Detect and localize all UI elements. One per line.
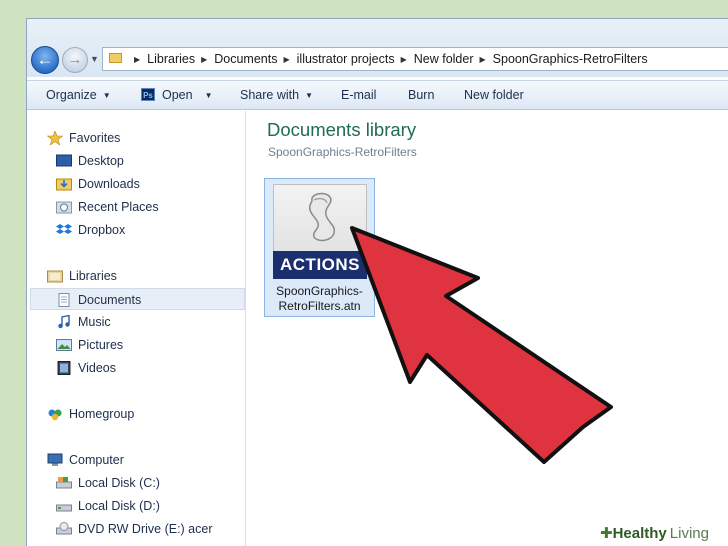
plus-leaf-icon: ✚ [600,525,613,542]
healthy-living-watermark: ✚Healthy Living [596,522,728,546]
watermark-light-text: Living [669,525,709,542]
watermark-bold-text: Healthy [612,525,667,542]
red-pointer-arrow [350,226,613,464]
